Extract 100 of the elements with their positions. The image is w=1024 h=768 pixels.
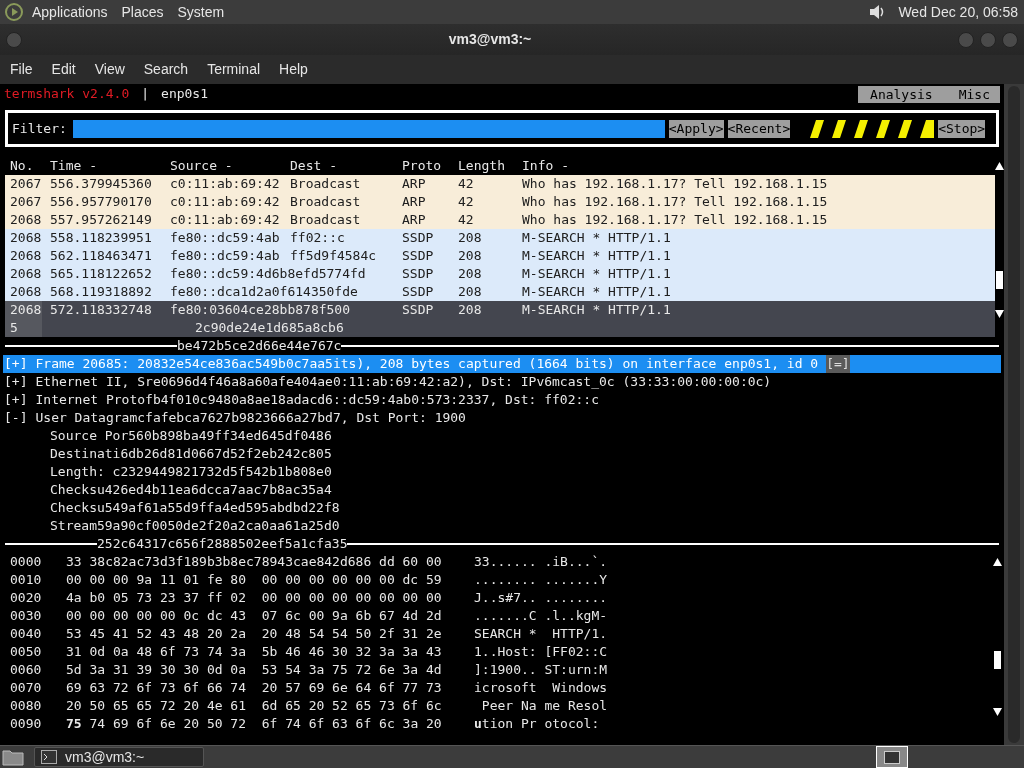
table-cell-text: 2068 <box>9 229 43 247</box>
tree-label: Destinati6db26d81d0667d52f2eb242c805 <box>50 445 332 463</box>
tab[interactable]: Misc <box>958 85 990 103</box>
table-cell-text: ff02::c <box>290 229 346 247</box>
table-cell-text: fe80::dc59:4ab <box>170 247 281 265</box>
collapse-button[interactable]: [=] <box>826 355 850 373</box>
terminal-icon <box>41 750 57 764</box>
table-cell-text: 208 <box>458 283 483 301</box>
hex-bytes: 20 50 65 65 72 20 4e 61 6d 65 20 52 65 73 6f 6c <box>66 697 443 715</box>
table-cell-text: 556.379945360 <box>50 175 153 193</box>
panel-menu[interactable]: System <box>177 1 225 23</box>
table-cell-text: 2067 <box>9 193 43 211</box>
column-header[interactable]: Proto <box>402 157 458 175</box>
scroll-down-icon[interactable] <box>995 310 1004 318</box>
column-header[interactable]: Length <box>458 157 522 175</box>
table-cell: M-SEARCH * HTTP/1.1 <box>522 283 671 301</box>
expand-toggle[interactable]: [+] <box>4 373 28 391</box>
logo-icon[interactable] <box>4 2 24 22</box>
table-cell-text: c0:11:ab:69:42 <box>170 211 281 229</box>
table-cell: 2c90de24e1d685a8cb6 <box>195 319 344 337</box>
filter-button[interactable]: <Apply> <box>668 119 724 138</box>
tree-label: Checksu426ed4b11ea6dcca7aac7b8ac35a4 <box>50 481 332 499</box>
table-cell-text: 2067 <box>9 175 43 193</box>
filter-field[interactable] <box>72 119 665 138</box>
menu-item[interactable]: File <box>10 59 33 80</box>
ascii-text: ution Pr otocol: <box>474 715 600 733</box>
packet-row[interactable]: 2067 556.957790170 c0:11:ab:69:42 Broadcast ARP 42 Who has 192.168.1.17? Tell 192.168.1.15 <box>5 193 995 211</box>
menu-item[interactable]: Edit <box>51 59 76 80</box>
scroll-down-icon[interactable] <box>993 708 1002 716</box>
packet-row[interactable]: 2068 558.118239951 fe80::dc59:4ab ff02::c SSDP 208 M-SEARCH * HTTP/1.1 <box>5 229 995 247</box>
filter-button[interactable]: <Recent> <box>727 119 791 138</box>
table-cell-text: 565.118122652 <box>50 265 153 283</box>
table-cell-text: 556.957790170 <box>50 193 153 211</box>
packet-row[interactable]: 2068 557.957262149 c0:11:ab:69:42 Broadcast ARP 42 Who has 192.168.1.17? Tell 192.168.1.15 <box>5 211 995 229</box>
workspace-switcher[interactable] <box>876 746 908 768</box>
packet-row[interactable]: 2067 556.379945360 c0:11:ab:69:42 Broadcast ARP 42 Who has 192.168.1.17? Tell 192.168.1.15 <box>5 175 995 193</box>
column-header[interactable]: No. <box>10 157 50 175</box>
task-label: vm3@vm3:~ <box>65 747 145 767</box>
panel-menu[interactable]: Places <box>121 1 164 23</box>
table-cell-text: fe80:03604ce28bb878f500 <box>170 301 351 319</box>
ascii-text: ........ .......Y <box>474 571 608 589</box>
column-header[interactable]: Source - <box>170 157 290 175</box>
column-header[interactable]: Dest - <box>290 157 402 175</box>
expand-toggle[interactable]: [-] <box>4 409 28 427</box>
panel-menu[interactable]: Applications <box>32 1 108 23</box>
ascii-text: J..s#7.. ........ <box>474 589 608 607</box>
tree-label: Source Por560b898ba49ff34ed645df0486 <box>50 427 332 445</box>
clock: Wed Dec 20, 06:58 <box>898 2 1018 22</box>
table-cell: Who has 192.168.1.17? Tell 192.168.1.15 <box>522 175 828 193</box>
table-cell: 2068 <box>5 301 42 319</box>
hex-offset: 0040 <box>10 625 43 643</box>
table-cell-text: Broadcast <box>290 193 362 211</box>
scroll-up-icon[interactable] <box>993 558 1002 566</box>
folder-icon[interactable] <box>2 748 24 766</box>
packet-row[interactable]: 2068 568.119318892 fe80::dca1d2a0f614350fde SSDP 208 M-SEARCH * HTTP/1.1 <box>5 283 995 301</box>
hex-bytes: 33 38c82ac73d3f189b3b8ec78943cae842d686 dd 60 00 <box>66 553 443 571</box>
table-cell-text: SSDP <box>402 265 435 283</box>
scroll-up-icon[interactable] <box>995 162 1004 170</box>
table-cell-text: SSDP <box>402 283 435 301</box>
packet-row[interactable]: 2068 562.118463471 fe80::dc59:4ab ff5d9f4584c SSDP 208 M-SEARCH * HTTP/1.1 <box>5 247 995 265</box>
stop-button[interactable]: <Stop> <box>938 119 986 138</box>
ascii-text: SEARCH * HTTP/1. <box>474 625 608 643</box>
expand-toggle[interactable]: [+] <box>4 391 28 409</box>
table-cell-text: c0:11:ab:69:42 <box>170 175 281 193</box>
table-cell-text: fe80::dca1d2a0f614350fde <box>170 283 359 301</box>
table-cell-text: 2068 <box>9 265 43 283</box>
table-cell-text: 2068 <box>9 211 43 229</box>
tab[interactable]: Analysis <box>870 85 933 103</box>
table-cell-text: 208 <box>458 229 483 247</box>
tree-label: Ethernet II, Sre0696d4f46a8a60afe404ae0:11:ab:69:42:a2), Dst: IPv6mcast_0c (33:33:00:00:00:0c) <box>35 373 772 391</box>
tree-row[interactable]: [+] Ethernet II, Sre0696d4f46a8a60afe404ae0:11:ab:69:42:a2), Dst: IPv6mcast_0c (33:33:00:00:00:0c) <box>3 373 1001 391</box>
filter-label: Filter: <box>12 119 67 138</box>
menu-item[interactable]: Search <box>143 59 189 80</box>
tree-row[interactable]: [+] Frame 20685: 20832e54ce836ac549b0c7aa5its), 208 bytes captured (1664 bits) on interface enp0s1, id 0 [=] <box>3 355 1001 373</box>
tree-label: Frame 20685: 20832e54ce836ac549b0c7aa5its), 208 bytes captured (1664 bits) on interface enp0s1, id 0 <box>35 355 819 373</box>
packet-row[interactable]: 2068 565.118122652 fe80::dc59:4d6b8efd5774fd SSDP 208 M-SEARCH * HTTP/1.1 <box>5 265 995 283</box>
menu-item[interactable]: Terminal <box>207 59 261 80</box>
tree-row[interactable]: [+] Internet Protofb4f010c9480a8ae18adacd6::dc59:4ab0:573:2337, Dst: ff02::c <box>3 391 1001 409</box>
table-cell-text: 2068 <box>9 283 43 301</box>
hex-offset: 0010 <box>10 571 43 589</box>
column-header[interactable]: Info - <box>522 157 569 175</box>
table-cell: Who has 192.168.1.17? Tell 192.168.1.15 <box>522 193 828 211</box>
menu-item[interactable]: Help <box>279 59 308 80</box>
window-title: vm3@vm3:~ <box>447 30 533 49</box>
app-name: termshark v2.4.0 <box>4 85 130 103</box>
table-cell-text: 2068 <box>9 247 43 265</box>
table-cell-text: 208 <box>458 247 483 265</box>
column-header[interactable]: Time - <box>50 157 170 175</box>
task-button[interactable]: vm3@vm3:~ <box>34 747 204 767</box>
divider-label: be472b5ce2d66e44e767c <box>177 337 342 355</box>
hex-bytes: 75 74 69 6f 6e 20 50 72 6f 74 6f 63 6f 6c 3a 20 <box>66 715 443 733</box>
table-cell: M-SEARCH * HTTP/1.1 <box>522 247 671 265</box>
table-cell-text: SSDP <box>402 247 435 265</box>
table-cell-text: 208 <box>458 265 483 283</box>
table-cell-text: ARP <box>402 211 427 229</box>
table-cell-text: SSDP <box>402 301 435 319</box>
menu-item[interactable]: View <box>94 59 125 80</box>
table-cell-text: fe80::dc59:4ab <box>170 229 281 247</box>
table-cell-text: 558.118239951 <box>50 229 153 247</box>
tree-row[interactable]: [-] User Datagramcfafebca7627b9823666a27bd7, Dst Port: 1900 <box>3 409 1001 427</box>
